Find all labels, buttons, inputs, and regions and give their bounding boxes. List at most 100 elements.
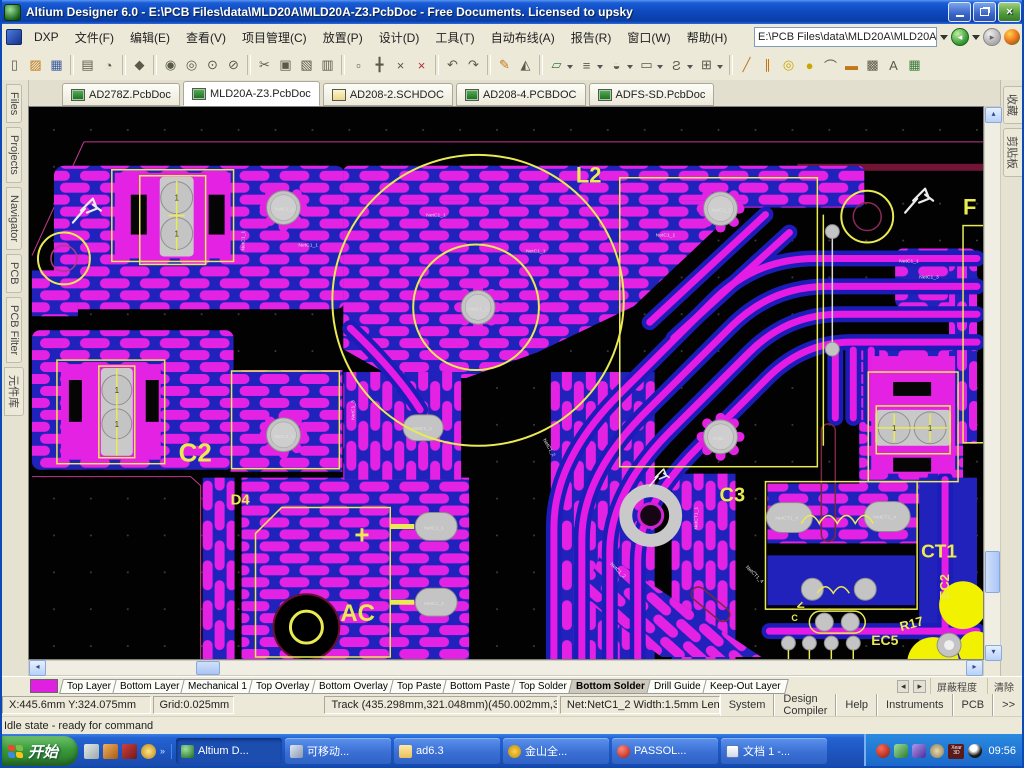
layer-sets-icon[interactable]: ▱ [546, 55, 567, 75]
panel-button-instruments[interactable]: Instruments [877, 694, 952, 716]
menu-window[interactable]: 窗口(W) [619, 26, 678, 49]
layer-tab-mech1[interactable]: Mechanical 1 [181, 679, 256, 694]
layer-tab-bottom[interactable]: Bottom Layer [112, 679, 187, 694]
interactive-route-icon[interactable]: ╱ [736, 55, 757, 75]
panel-tab-pcb[interactable]: PCB [6, 254, 22, 293]
cut-icon[interactable]: ✂ [254, 55, 275, 75]
layer-tab-bottom-overlay[interactable]: Bottom Overlay [311, 679, 396, 694]
undo-icon[interactable]: ↶ [442, 55, 463, 75]
panel-tab-libraries[interactable]: 元件库 [4, 367, 24, 416]
quick-launch-icon-2[interactable] [103, 744, 118, 759]
fill-icon[interactable]: ▬ [841, 55, 862, 75]
layer-tab-bottom-paste[interactable]: Bottom Paste [442, 679, 518, 694]
panel-button-more[interactable]: >> [993, 694, 1024, 716]
dropdown-arrow-icon[interactable] [687, 65, 693, 72]
doc-tab-mld20a-z3[interactable]: MLD20A-Z3.PcbDoc [183, 81, 320, 106]
quick-launch-icon-1[interactable] [84, 744, 99, 759]
scroll-left-button[interactable]: ◂ [29, 660, 46, 676]
quick-launch-icon-4[interactable] [141, 744, 156, 759]
panel-button-help[interactable]: Help [836, 694, 877, 716]
menu-project[interactable]: 项目管理(C) [234, 26, 315, 49]
minimize-button[interactable] [948, 2, 971, 22]
task-removable-disk[interactable]: 可移动... [285, 738, 391, 764]
string-icon[interactable]: A [883, 55, 904, 75]
address-combobox[interactable]: E:\PCB Files\data\MLD20A\MLD20A-Z3 [754, 27, 937, 47]
deselect-icon[interactable]: × [390, 55, 411, 75]
menu-reports[interactable]: 报告(R) [563, 26, 620, 49]
restore-button[interactable] [973, 2, 996, 22]
mask-level-button[interactable]: 屏蔽程度 [930, 678, 983, 695]
active-layer-color-swatch[interactable] [30, 679, 58, 693]
panel-tab-files[interactable]: Files [6, 84, 22, 123]
dropdown-arrow-icon[interactable] [657, 65, 663, 72]
layer-tab-top-paste[interactable]: Top Paste [389, 679, 449, 694]
forward-button[interactable]: ▸ [983, 28, 1001, 46]
layer-tab-bottom-solder[interactable]: Bottom Solder [568, 679, 653, 694]
layer-tab-top-solder[interactable]: Top Solder [511, 679, 575, 694]
room-icon[interactable]: Ƨ [666, 55, 687, 75]
tray-volume-icon[interactable] [930, 744, 944, 758]
doc-tab-ad208-4[interactable]: AD208-4.PCBDOC [456, 83, 586, 106]
task-kingsoft[interactable]: 金山全... [503, 738, 609, 764]
layer-tab-keepout[interactable]: Keep-Out Layer [702, 679, 788, 694]
menu-autoroute[interactable]: 自动布线(A) [483, 26, 563, 49]
arc-icon[interactable]: ⌒ [820, 55, 841, 75]
paste-icon[interactable]: ▧ [296, 55, 317, 75]
dropdown-arrow-icon[interactable] [717, 65, 723, 72]
quick-launch-chevron-icon[interactable]: » [160, 746, 165, 756]
polygon-icon[interactable]: ▩ [862, 55, 883, 75]
open-icon[interactable]: ▨ [25, 55, 46, 75]
panel-tab-clipboard[interactable]: 剪贴板 [1003, 128, 1023, 177]
task-folder-ad63[interactable]: ad6.3 [394, 738, 500, 764]
panel-button-design-compiler[interactable]: Design Compiler [774, 694, 836, 716]
dropdown-arrow-icon[interactable] [597, 65, 603, 72]
layer-tab-drill-guide[interactable]: Drill Guide [646, 679, 708, 694]
highlight-icon[interactable]: ✎ [494, 55, 515, 75]
layer-tab-top[interactable]: Top Layer [59, 679, 119, 694]
measure-icon[interactable]: ▭ [636, 55, 657, 75]
task-word-document[interactable]: 文档 1 -... [721, 738, 827, 764]
panel-tab-navigator[interactable]: Navigator [6, 187, 22, 250]
back-button[interactable]: ◂ [951, 28, 969, 46]
tray-display-icon[interactable] [912, 744, 926, 758]
panel-tab-favorites[interactable]: 收藏 [1003, 86, 1023, 124]
panel-button-pcb[interactable]: PCB [953, 694, 994, 716]
menu-tools[interactable]: 工具(T) [427, 26, 482, 49]
address-dropdown-icon[interactable] [940, 35, 948, 44]
pad-icon[interactable]: ◎ [778, 55, 799, 75]
grid-icon[interactable]: ⊞ [696, 55, 717, 75]
flip-board-icon[interactable]: ◆ [129, 55, 150, 75]
close-button[interactable]: × [998, 2, 1021, 22]
horizontal-scrollbar[interactable]: ◂ ▸ [28, 660, 984, 676]
menu-help[interactable]: 帮助(H) [679, 26, 736, 49]
find-similar-icon[interactable]: ◒ [606, 55, 627, 75]
layer-scroll-right-button[interactable]: ▸ [913, 680, 926, 693]
zoom-selected-icon[interactable]: ⊘ [223, 55, 244, 75]
menu-view[interactable]: 查看(V) [178, 26, 234, 49]
scroll-down-button[interactable]: ▾ [985, 645, 1002, 661]
scroll-up-button[interactable]: ▴ [985, 107, 1002, 123]
start-button[interactable]: 开始 [0, 736, 78, 766]
move-icon[interactable]: ╋ [369, 55, 390, 75]
menu-dxp[interactable]: DXP [26, 27, 67, 47]
horizontal-scroll-thumb[interactable] [196, 661, 220, 675]
panel-button-system[interactable]: System [720, 694, 775, 716]
select-area-icon[interactable]: ▫ [348, 55, 369, 75]
save-icon[interactable]: ▦ [46, 55, 67, 75]
home-icon[interactable] [1004, 29, 1020, 45]
copy-icon[interactable]: ▣ [275, 55, 296, 75]
print-icon[interactable]: ▤ [77, 55, 98, 75]
menu-place[interactable]: 放置(P) [315, 26, 371, 49]
scroll-right-button[interactable]: ▸ [966, 660, 983, 676]
tray-update-icon[interactable] [894, 744, 908, 758]
component-icon[interactable]: ▦ [904, 55, 925, 75]
zoom-area-icon[interactable]: ◎ [181, 55, 202, 75]
panel-tab-pcb-filter[interactable]: PCB Filter [6, 297, 22, 363]
panel-tab-projects[interactable]: Projects [6, 127, 22, 183]
xear-3d-icon[interactable]: Xear3D [948, 744, 964, 759]
dropdown-arrow-icon[interactable] [627, 65, 633, 72]
menu-design[interactable]: 设计(D) [371, 26, 428, 49]
vertical-scroll-thumb[interactable] [985, 551, 1000, 593]
quick-launch-icon-3[interactable] [122, 744, 137, 759]
filter-icon[interactable]: ◭ [515, 55, 536, 75]
